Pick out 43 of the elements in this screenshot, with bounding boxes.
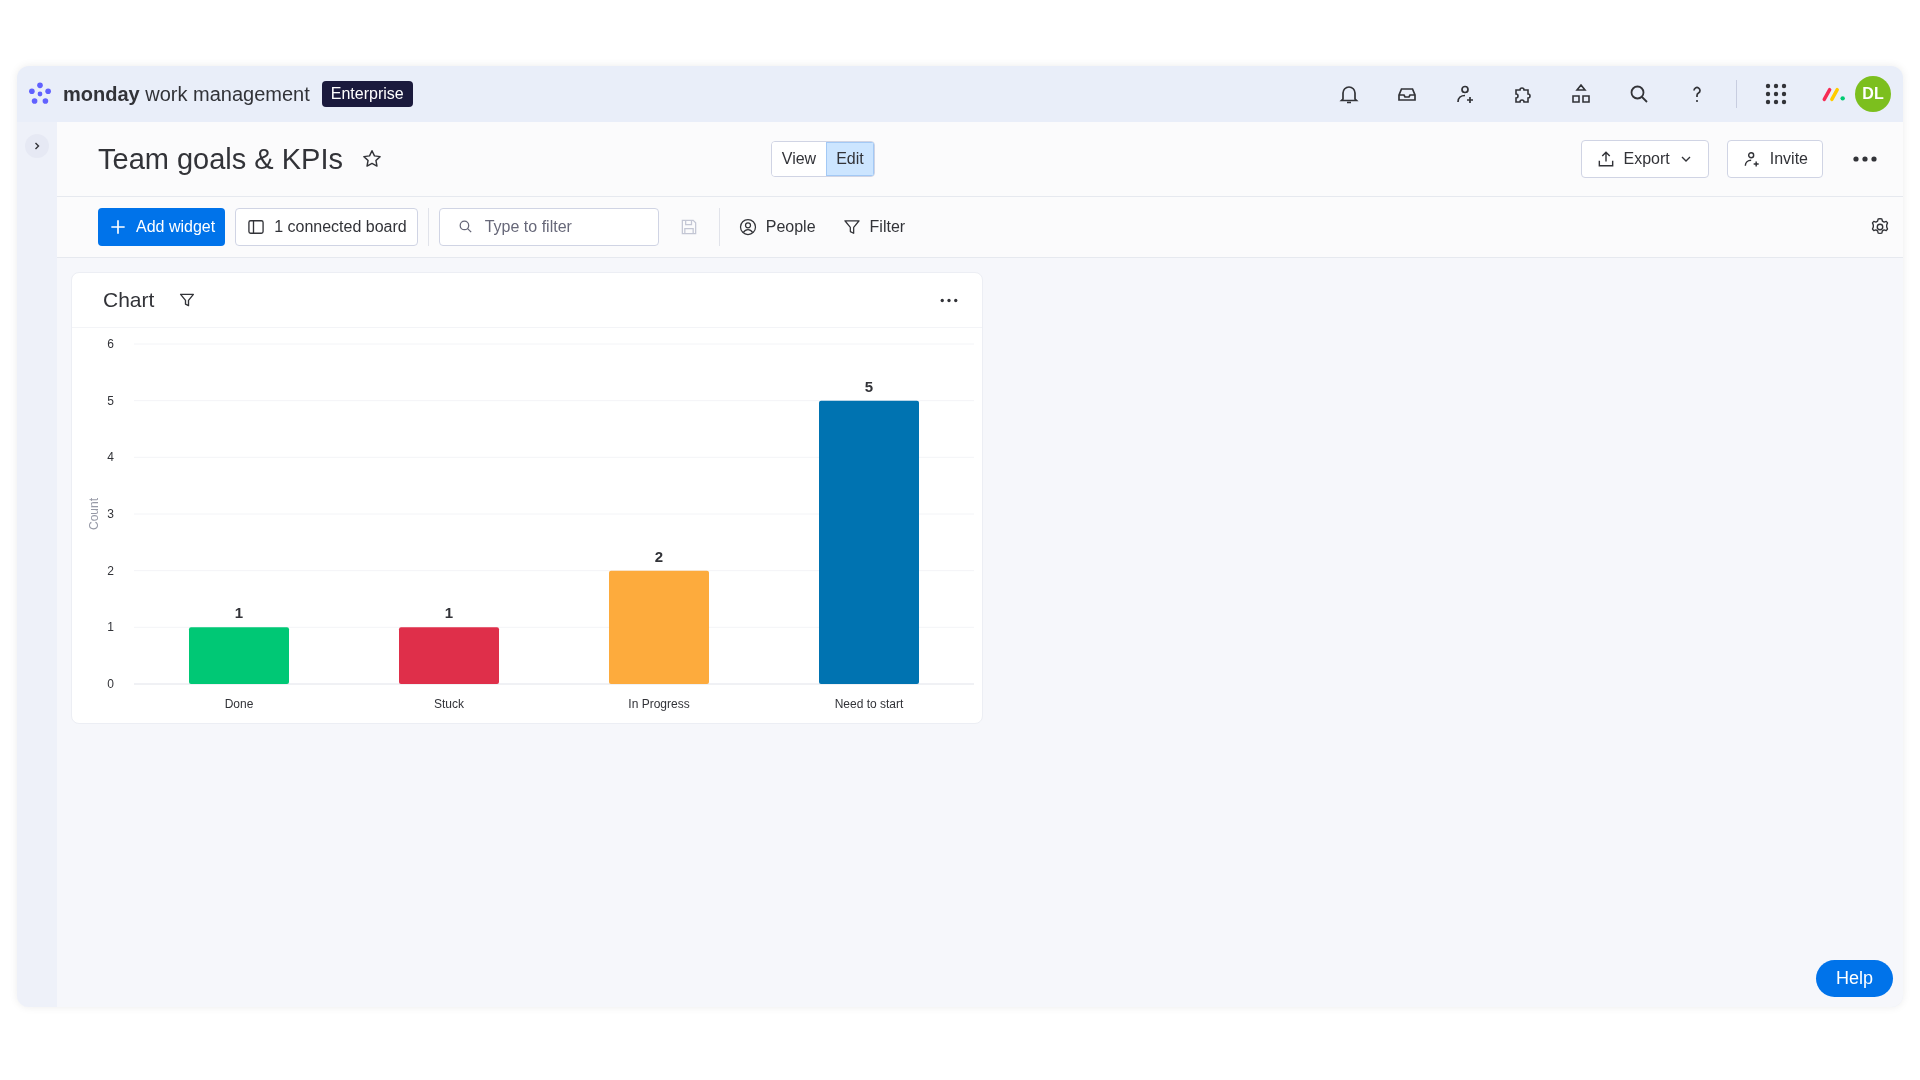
more-icon[interactable] [940,297,958,303]
x-category-label: Need to start [834,697,904,711]
star-icon[interactable] [361,148,383,170]
add-widget-button[interactable]: Add widget [98,208,226,246]
shapes-icon[interactable] [1569,82,1593,106]
x-category-label: In Progress [628,697,690,711]
more-icon[interactable] [1853,156,1877,162]
plus-icon [108,217,128,237]
invite-button[interactable]: Invite [1726,140,1823,178]
plan-badge: Enterprise [321,81,413,107]
y-tick-label: 0 [107,677,114,691]
brand-name: monday work management [63,82,310,106]
filter-icon [841,217,862,237]
y-axis-label: Count [87,498,101,530]
widget-title: Chart [103,288,155,312]
y-tick-label: 5 [107,393,114,408]
filter-button[interactable]: Filter [833,211,914,243]
board-title: Team goals & KPIs [98,142,343,176]
help-button[interactable]: Help [1815,960,1893,997]
chevron-right-icon [32,141,42,151]
x-category-label: Stuck [434,697,464,711]
export-button[interactable]: Export [1580,140,1709,178]
y-tick-label: 3 [107,507,114,521]
y-tick-label: 6 [107,337,114,351]
data-label: 2 [654,547,664,565]
product-logo-icon[interactable] [1821,85,1847,103]
apps-grid-icon[interactable] [1764,82,1788,106]
data-label: 1 [234,604,244,622]
x-category-label: Done [224,697,254,711]
filter-icon[interactable] [178,291,197,309]
mode-tab[interactable]: Edit [826,142,874,176]
y-tick-label: 2 [107,563,114,578]
people-filter-button[interactable]: People [729,211,824,243]
filter-search-field[interactable]: Type to filter [438,208,659,246]
y-tick-label: 4 [107,450,114,465]
person-circle-icon [737,217,758,237]
board-icon [246,217,267,237]
data-label: 1 [444,604,454,622]
data-label: 5 [864,377,874,395]
logo-icon [27,81,53,107]
y-tick-label: 1 [107,620,114,635]
connected-boards-button[interactable]: 1 connected board [235,208,418,246]
mode-tab[interactable]: View [771,142,827,176]
